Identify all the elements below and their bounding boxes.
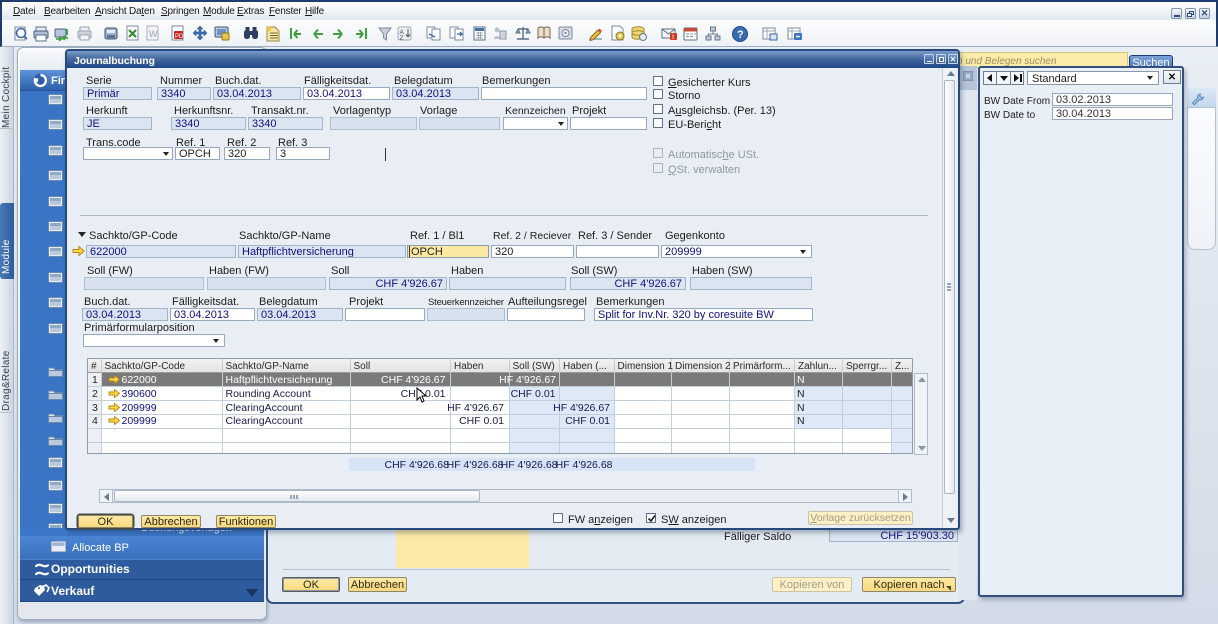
svg-text:?: ? — [737, 29, 744, 41]
svg-text:Z: Z — [400, 35, 404, 42]
svg-text:W: W — [149, 29, 158, 39]
svg-text:!: ! — [672, 35, 674, 41]
svg-text:PDF: PDF — [175, 34, 187, 40]
